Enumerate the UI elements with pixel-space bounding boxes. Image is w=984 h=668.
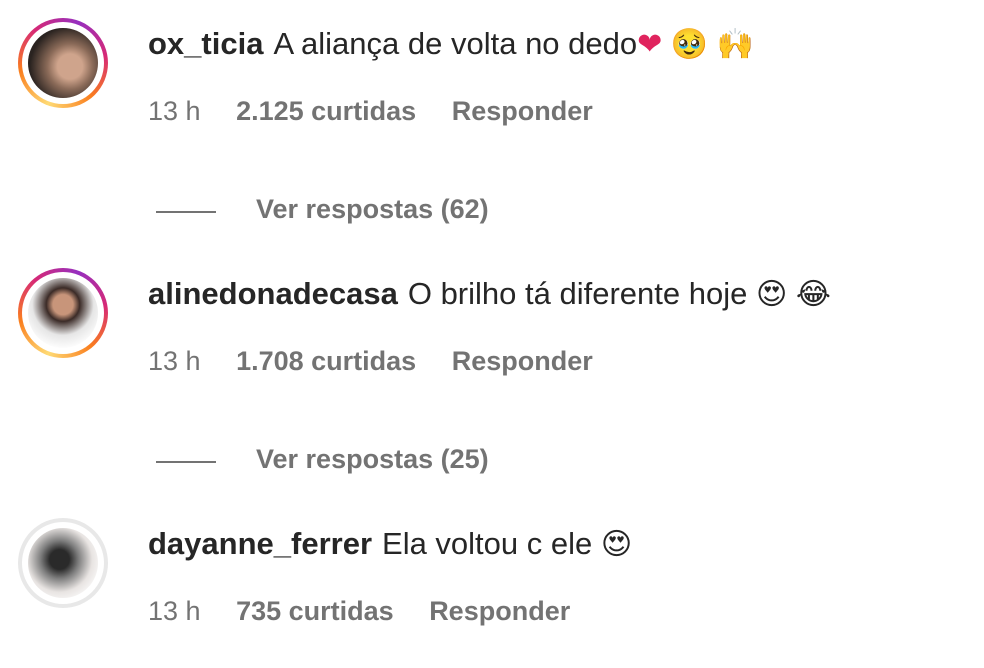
comment-text: A aliança de volta no dedo (273, 26, 638, 61)
comment-item: alinedonadecasa O brilho tá diferente hoj… (0, 268, 984, 418)
comment-item: dayanne_ferrer Ela voltou c ele 😍 13 h 73… (0, 518, 984, 668)
comment-username[interactable]: ox_ticia (148, 26, 263, 61)
comment-line: ox_ticia A aliança de volta no dedo❤ 🥹 🙌 (148, 26, 754, 62)
avatar[interactable] (18, 268, 108, 358)
avatar[interactable] (18, 18, 108, 108)
heart-eyes-emoji-icon: 😍 (600, 527, 633, 562)
divider-line (156, 211, 216, 213)
comment-username[interactable]: alinedonadecasa (148, 276, 398, 311)
divider-line (156, 461, 216, 463)
heart-eyes-emoji-icon: 😍 (755, 277, 788, 312)
comment-meta: 13 h 735 curtidas Responder (148, 596, 598, 627)
avatar-image (28, 528, 98, 598)
likes-count[interactable]: 1.708 curtidas (236, 346, 416, 376)
comment-time[interactable]: 13 h (148, 346, 201, 376)
comment-line: dayanne_ferrer Ela voltou c ele 😍 (148, 526, 632, 562)
likes-count[interactable]: 2.125 curtidas (236, 96, 416, 126)
view-replies-label: Ver respostas (25) (256, 444, 489, 474)
comment-time[interactable]: 13 h (148, 96, 201, 126)
reply-button[interactable]: Responder (452, 96, 593, 126)
avatar[interactable] (18, 518, 108, 608)
heart-emoji-icon: ❤ (637, 27, 663, 62)
comment-line: alinedonadecasa O brilho tá diferente hoj… (148, 276, 831, 312)
view-replies-button[interactable]: Ver respostas (62) (156, 192, 556, 232)
comment-username[interactable]: dayanne_ferrer (148, 526, 372, 561)
comment-item: ox_ticia A aliança de volta no dedo❤ 🥹 🙌 … (0, 18, 984, 168)
avatar-image (28, 278, 98, 348)
view-replies-label: Ver respostas (62) (256, 194, 489, 224)
comment-meta: 13 h 2.125 curtidas Responder (148, 96, 621, 127)
reply-button[interactable]: Responder (452, 346, 593, 376)
raised-hands-emoji-icon: 🙌 (716, 27, 755, 62)
comment-meta: 13 h 1.708 curtidas Responder (148, 346, 621, 377)
comment-text: O brilho tá diferente hoje (407, 276, 748, 311)
tears-of-joy-emoji-icon: 😂 (795, 277, 831, 312)
view-replies-button[interactable]: Ver respostas (25) (156, 442, 556, 482)
comment-text: Ela voltou c ele (382, 526, 593, 561)
comment-time[interactable]: 13 h (148, 596, 201, 626)
pleading-face-emoji-icon: 🥹 (670, 27, 709, 62)
likes-count[interactable]: 735 curtidas (236, 596, 394, 626)
avatar-image (28, 28, 98, 98)
reply-button[interactable]: Responder (429, 596, 570, 626)
